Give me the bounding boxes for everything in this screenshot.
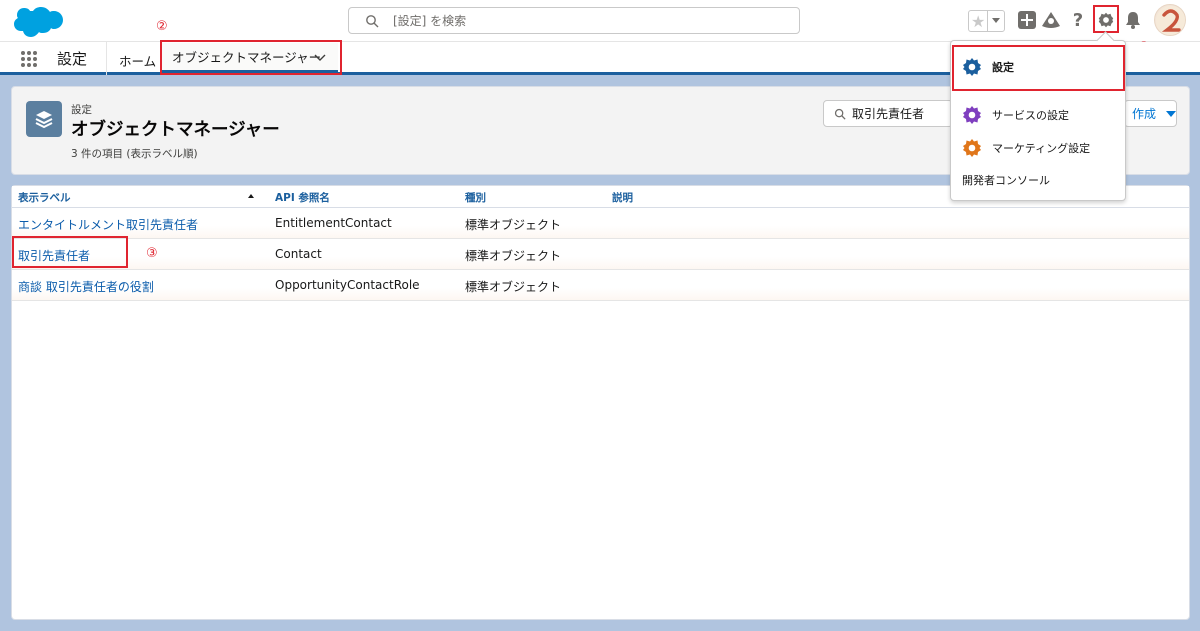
layers-icon (35, 111, 53, 129)
search-placeholder: [設定] を検索 (393, 14, 467, 28)
menu-item-service-setup[interactable]: サービスの設定 (951, 103, 1125, 127)
row-type: 標準オブジェクト (465, 249, 562, 263)
menu-item-label: サービスの設定 (992, 109, 1069, 122)
row-api-name: OpportunityContactRole (275, 278, 420, 292)
menu-item-marketing-setup[interactable]: マーケティング設定 (951, 136, 1125, 160)
row-annotation-box (12, 236, 128, 268)
search-icon (834, 108, 846, 120)
row-api-name: EntitlementContact (275, 216, 392, 230)
caret-down-icon (1166, 110, 1176, 117)
setup-menu-annotation-box (952, 45, 1125, 91)
row-label-link[interactable]: 商談 取引先責任者の役割 (18, 278, 154, 295)
avatar-image (1156, 6, 1185, 35)
column-header-description[interactable]: 説明 (612, 190, 633, 205)
table-row: 商談 取引先責任者の役割 OpportunityContactRole 標準オブ… (12, 270, 1189, 301)
global-header: [設定] を検索 ★ ? (0, 0, 1200, 42)
search-icon (366, 14, 379, 27)
table-row: エンタイトルメント取引先責任者 EntitlementContact 標準オブジ… (12, 208, 1189, 239)
bell-icon (1126, 12, 1140, 29)
app-name: 設定 (57, 50, 88, 68)
table-row: 取引先責任者 Contact 標準オブジェクト (12, 239, 1189, 270)
row-type: 標準オブジェクト (465, 280, 562, 294)
row-type: 標準オブジェクト (465, 218, 562, 232)
global-search-input[interactable]: [設定] を検索 (348, 7, 800, 34)
caret-down-icon (992, 18, 1001, 23)
object-list-table: 表示ラベル API 参照名 種別 説明 エンタイトルメント取引先責任者 Enti… (11, 185, 1190, 620)
menu-item-label: マーケティング設定 (992, 142, 1091, 155)
global-actions-button[interactable] (1016, 9, 1038, 31)
breadcrumb[interactable]: 設定 (71, 102, 92, 117)
annotation-marker-2: ② (156, 19, 168, 34)
column-header-api[interactable]: API 参照名 (275, 190, 330, 205)
menu-item-developer-console[interactable]: 開発者コンソール (951, 169, 1125, 191)
gear-annotation-box (1093, 5, 1119, 33)
item-count: 3 件の項目 (表示ラベル順) (71, 148, 198, 160)
salesforce-logo[interactable] (12, 5, 64, 39)
menu-item-label: 開発者コンソール (962, 174, 1050, 187)
annotation-marker-3: ③ (146, 246, 158, 261)
gear-icon (963, 106, 981, 124)
column-header-label[interactable]: 表示ラベル (18, 190, 71, 205)
favorites-group: ★ (968, 10, 1005, 32)
create-button-label: 作成 (1132, 107, 1157, 121)
trailhead-icon (1042, 12, 1060, 28)
object-manager-icon (26, 101, 62, 137)
page-title: オブジェクトマネージャー (71, 120, 280, 140)
sort-ascending-icon[interactable] (248, 194, 254, 198)
gear-icon (963, 139, 981, 157)
user-avatar[interactable] (1154, 4, 1186, 36)
nav-item-home[interactable]: ホーム (119, 51, 156, 70)
help-icon: ? (1072, 9, 1084, 31)
trailhead-button[interactable] (1040, 9, 1062, 31)
column-header-type[interactable]: 種別 (465, 190, 486, 205)
app-launcher-icon[interactable] (20, 50, 38, 68)
quick-find-input[interactable]: 取引先責任者 (823, 100, 953, 127)
star-icon[interactable]: ★ (969, 11, 989, 31)
plus-icon (1018, 11, 1036, 29)
tab-annotation-box (160, 40, 342, 75)
favorites-dropdown-button[interactable] (988, 11, 1004, 31)
notifications-button[interactable] (1122, 9, 1144, 31)
nav-divider (106, 42, 107, 75)
quick-find-value: 取引先責任者 (852, 107, 925, 121)
help-button[interactable]: ? (1067, 9, 1089, 31)
create-button[interactable]: 作成 (1124, 100, 1177, 127)
row-api-name: Contact (275, 247, 322, 261)
row-label-link[interactable]: エンタイトルメント取引先責任者 (18, 216, 198, 233)
